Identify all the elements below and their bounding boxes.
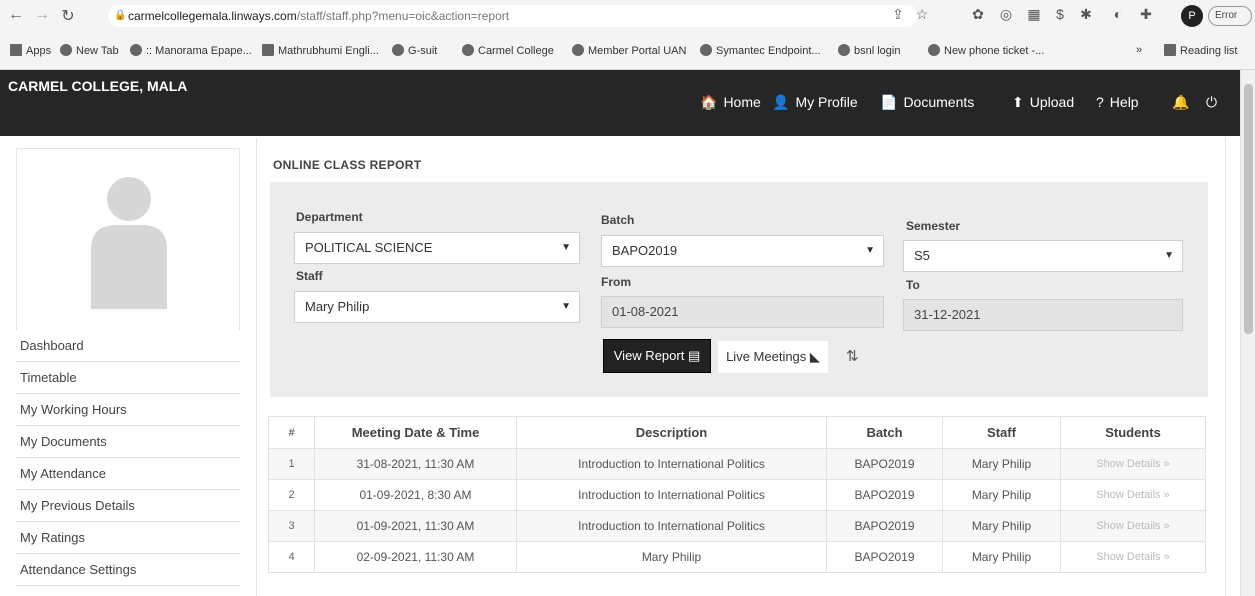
- view-report-button[interactable]: View Report ▤: [603, 339, 711, 373]
- bookmark-apps[interactable]: Apps: [10, 44, 51, 57]
- batch-label: Batch: [601, 213, 635, 227]
- table-header-row: # Meeting Date & Time Description Batch …: [268, 416, 1206, 449]
- sidebar-item-ratings[interactable]: My Ratings: [16, 522, 240, 554]
- error-button[interactable]: Error: [1208, 6, 1252, 26]
- document-icon: 📄: [880, 94, 898, 110]
- from-label: From: [601, 275, 631, 289]
- to-label: To: [906, 278, 920, 292]
- browser-chrome: ← → ↻ 🔒 carmelcollegemala.linways.com/sta…: [0, 0, 1255, 70]
- bookmark-item[interactable]: Carmel College: [462, 44, 554, 57]
- user-icon: 👤: [772, 94, 790, 110]
- nav-upload[interactable]: ⬆ Upload: [1012, 94, 1074, 111]
- forward-icon[interactable]: →: [32, 6, 52, 24]
- upload-icon: ⬆: [1012, 94, 1024, 110]
- extension-icon[interactable]: ◎: [996, 6, 1016, 23]
- bookmark-item[interactable]: Symantec Endpoint...: [700, 44, 821, 57]
- star-icon[interactable]: ☆: [912, 6, 932, 23]
- live-meetings-button[interactable]: Live Meetings ◣: [718, 341, 828, 373]
- show-details-link[interactable]: Show Details »: [1060, 510, 1206, 542]
- file-icon: ▤: [687, 348, 701, 363]
- staff-label: Staff: [296, 269, 323, 283]
- brand-title: CARMEL COLLEGE, MALA: [8, 78, 188, 94]
- report-table: # Meeting Date & Time Description Batch …: [268, 416, 1206, 573]
- rss-icon: ◣: [809, 349, 820, 364]
- bookmark-item[interactable]: Member Portal UAN: [572, 44, 686, 57]
- col-header: Students: [1060, 416, 1206, 449]
- lock-icon: 🔒: [114, 10, 127, 21]
- col-header: Meeting Date & Time: [314, 416, 517, 449]
- to-date-input[interactable]: 31-12-2021: [903, 299, 1183, 331]
- power-icon[interactable]: ⏻: [1206, 94, 1217, 111]
- bookmark-item[interactable]: New phone ticket -...: [928, 44, 1044, 57]
- profile-photo-box: [16, 148, 240, 334]
- col-header: #: [268, 416, 315, 449]
- puzzle-icon[interactable]: ✚: [1136, 6, 1156, 23]
- staff-select[interactable]: Mary Philip ▼: [294, 291, 580, 323]
- table-row: 2 01-09-2021, 8:30 AM Introduction to In…: [268, 479, 1206, 511]
- bookmark-item[interactable]: :: Manorama Epape...: [130, 44, 252, 57]
- extension-icon[interactable]: ◐: [1108, 6, 1128, 22]
- sidebar-item-attendance[interactable]: My Attendance: [16, 458, 240, 490]
- sidebar-item-documents[interactable]: My Documents: [16, 426, 240, 458]
- sidebar-item-previous-details[interactable]: My Previous Details: [16, 490, 240, 522]
- sidebar-item-working-hours[interactable]: My Working Hours: [16, 394, 240, 426]
- table-row: 3 01-09-2021, 11:30 AM Introduction to I…: [268, 510, 1206, 542]
- app-header: CARMEL COLLEGE, MALA 🏠 Home 👤 My Profile 📄…: [0, 70, 1240, 136]
- nav-documents[interactable]: 📄 Documents: [880, 94, 974, 111]
- page-title: ONLINE CLASS REPORT: [273, 158, 422, 172]
- address-bar[interactable]: 🔒 carmelcollegemala.linways.com/staff/sta…: [108, 5, 918, 27]
- scrollbar-thumb[interactable]: [1244, 84, 1253, 334]
- page-scrollbar[interactable]: [1240, 70, 1255, 596]
- url-path: /staff/staff.php?menu=oic&action=report: [296, 9, 510, 23]
- chevron-down-icon: ▼: [1164, 250, 1174, 261]
- nav-home[interactable]: 🏠 Home: [700, 94, 761, 111]
- avatar: [91, 177, 167, 309]
- chevron-down-icon: ▼: [561, 301, 571, 312]
- bookmark-item[interactable]: bsnl login: [838, 44, 900, 57]
- nav-help[interactable]: ? Help: [1096, 94, 1139, 110]
- from-date-input[interactable]: 01-08-2021: [601, 296, 884, 328]
- bookmark-item[interactable]: G-suit: [392, 44, 437, 57]
- show-details-link[interactable]: Show Details »: [1060, 479, 1206, 511]
- extension-icon[interactable]: $: [1050, 6, 1070, 22]
- bookmarks-bar: Apps New Tab :: Manorama Epape... Mathru…: [0, 36, 1255, 66]
- extension-icon[interactable]: ▦: [1024, 6, 1044, 23]
- col-header: Batch: [826, 416, 943, 449]
- sort-icon[interactable]: ⇅: [846, 347, 859, 365]
- extension-icon[interactable]: ✿: [968, 6, 988, 23]
- table-row: 1 31-08-2021, 11:30 AM Introduction to I…: [268, 448, 1206, 480]
- help-icon: ?: [1096, 94, 1104, 110]
- share-icon[interactable]: ⇪: [888, 6, 908, 23]
- chevron-down-icon: ▼: [865, 245, 875, 256]
- sidebar-item-attendance-settings[interactable]: Attendance Settings: [16, 554, 240, 586]
- reading-list-button[interactable]: Reading list: [1164, 44, 1237, 57]
- bell-icon[interactable]: 🔔: [1172, 94, 1189, 111]
- department-label: Department: [296, 210, 363, 224]
- reload-icon[interactable]: ↻: [58, 6, 78, 26]
- back-icon[interactable]: ←: [6, 6, 26, 24]
- col-header: Description: [516, 416, 827, 449]
- semester-select[interactable]: S5 ▼: [903, 240, 1183, 272]
- sidebar-item-timetable[interactable]: Timetable: [16, 362, 240, 394]
- more-bookmarks-button[interactable]: »: [1136, 44, 1142, 56]
- bookmark-item[interactable]: New Tab: [60, 44, 119, 57]
- extension-icon[interactable]: ✱: [1076, 6, 1096, 23]
- col-header: Staff: [942, 416, 1061, 449]
- url-domain: carmelcollegemala.linways.com: [128, 9, 297, 23]
- show-details-link[interactable]: Show Details »: [1060, 541, 1206, 573]
- batch-select[interactable]: BAPO2019 ▼: [601, 235, 884, 267]
- profile-avatar[interactable]: P: [1181, 5, 1203, 27]
- bookmark-item[interactable]: Mathrubhumi Engli...: [262, 44, 379, 57]
- home-icon: 🏠: [700, 94, 718, 110]
- semester-label: Semester: [906, 219, 961, 233]
- nav-my-profile[interactable]: 👤 My Profile: [772, 94, 858, 111]
- table-row: 4 02-09-2021, 11:30 AM Mary Philip BAPO2…: [268, 541, 1206, 573]
- sidebar-item-dashboard[interactable]: Dashboard: [16, 330, 240, 362]
- browser-toolbar: ← → ↻ 🔒 carmelcollegemala.linways.com/sta…: [0, 0, 1255, 32]
- chevron-down-icon: ▼: [561, 242, 571, 253]
- department-select[interactable]: POLITICAL SCIENCE ▼: [294, 232, 580, 264]
- show-details-link[interactable]: Show Details »: [1060, 448, 1206, 480]
